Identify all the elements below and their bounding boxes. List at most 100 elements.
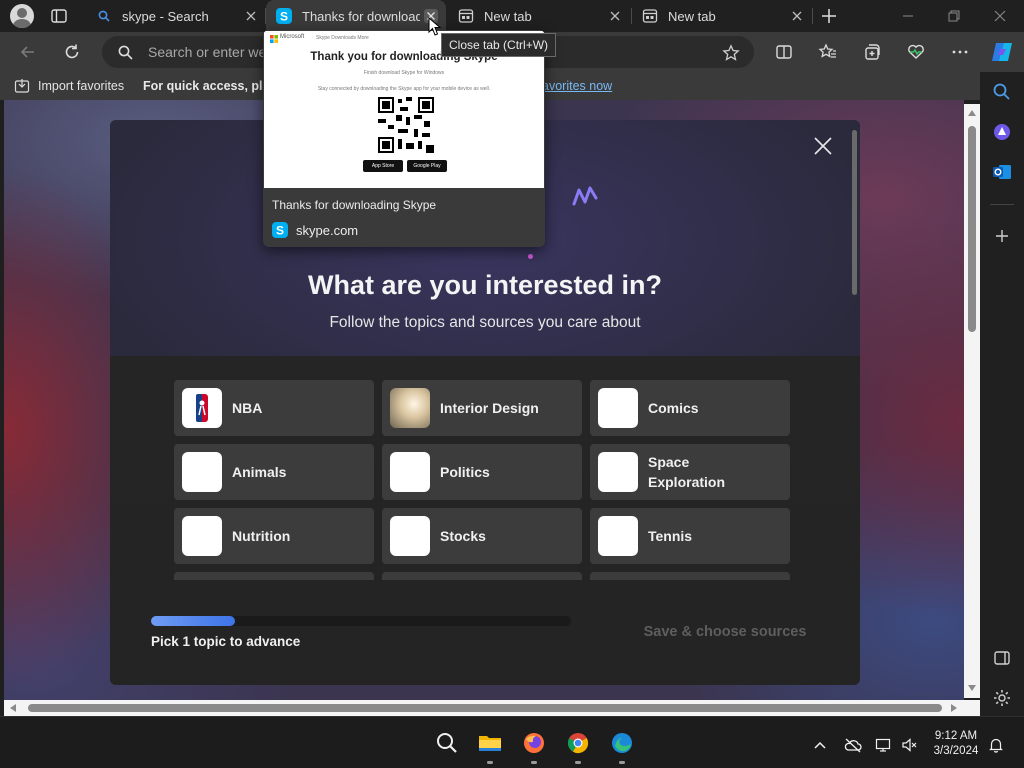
network-icon[interactable] — [875, 737, 891, 753]
topic-animals[interactable]: Animals — [174, 444, 374, 500]
close-tab-icon[interactable] — [608, 9, 622, 23]
topic-nba[interactable]: NBA — [174, 380, 374, 436]
close-dialog-icon[interactable] — [812, 135, 834, 157]
chevron-up-icon[interactable] — [812, 737, 828, 753]
edge-sidebar — [980, 72, 1024, 716]
newtab-page-icon — [642, 8, 658, 24]
skype-icon: S — [276, 8, 292, 24]
tab-new-tab-2[interactable]: New tab — [632, 0, 812, 32]
scroll-down-arrow-icon[interactable] — [967, 684, 977, 692]
scroll-right-arrow-icon[interactable] — [950, 703, 958, 713]
tennis-image-icon — [598, 516, 638, 556]
newtab-page-icon — [458, 8, 474, 24]
new-tab-plus-icon[interactable] — [820, 7, 838, 25]
topic-politics[interactable]: Politics — [382, 444, 582, 500]
tab-thanks-for-downloading[interactable]: S Thanks for downloadi — [266, 0, 446, 32]
topic-tennis[interactable]: Tennis — [590, 508, 790, 564]
favorite-star-icon[interactable] — [722, 44, 740, 62]
topic-label: NBA — [232, 400, 263, 416]
file-explorer-icon[interactable] — [478, 731, 502, 755]
topic-comics[interactable]: Comics — [590, 380, 790, 436]
microsoft-logo-icon — [270, 35, 278, 43]
firefox-icon[interactable] — [522, 731, 546, 755]
tab-strip: skype - Search S Thanks for downloadi Ne… — [0, 0, 1024, 32]
squiggle-decoration — [572, 186, 598, 206]
tab-new-tab-1[interactable]: New tab — [448, 0, 630, 32]
chrome-icon[interactable] — [566, 731, 590, 755]
system-clock[interactable]: 9:12 AM 3/3/2024 — [928, 729, 984, 759]
sidebar-divider — [990, 204, 1014, 205]
space-image-icon — [598, 452, 638, 492]
running-indicator — [575, 761, 581, 764]
tab-skype-search[interactable]: skype - Search — [84, 0, 264, 32]
settings-gear-icon[interactable] — [992, 688, 1012, 708]
comics-image-icon — [598, 388, 638, 428]
thumbnail-crumbs: Skype Downloads More — [316, 35, 369, 41]
import-favorites-button[interactable]: Import favorites — [14, 78, 124, 94]
split-screen-icon[interactable] — [774, 42, 794, 62]
more-options-icon[interactable] — [950, 42, 970, 62]
tab-title: skype - Search — [122, 8, 209, 24]
search-icon — [96, 8, 112, 24]
copilot-designer-icon[interactable] — [992, 122, 1012, 142]
topic-interior-design[interactable]: Interior Design — [382, 380, 582, 436]
outlook-icon[interactable] — [992, 162, 1012, 182]
skype-icon: S — [272, 222, 288, 238]
vertical-scrollbar[interactable] — [964, 104, 980, 698]
progress-bar — [151, 616, 571, 626]
tab-title: New tab — [668, 8, 716, 24]
add-plus-icon[interactable] — [992, 226, 1012, 246]
tab-title: Thanks for downloadi — [302, 8, 420, 24]
import-icon — [14, 79, 30, 93]
scrollbar-thumb[interactable] — [968, 126, 976, 332]
progress-label: Pick 1 topic to advance — [151, 634, 301, 649]
topic-tile-partial[interactable] — [590, 572, 790, 580]
close-window-icon[interactable] — [992, 8, 1008, 24]
collections-icon[interactable] — [862, 42, 882, 62]
browser-essentials-icon[interactable] — [906, 42, 926, 62]
preview-title: Thanks for downloading Skype — [272, 198, 437, 212]
close-tab-icon[interactable] — [790, 9, 804, 23]
search-icon[interactable] — [435, 731, 459, 755]
profile-avatar-icon[interactable] — [10, 4, 34, 28]
horizontal-scrollbar[interactable] — [4, 700, 964, 716]
topic-stocks[interactable]: Stocks — [382, 508, 582, 564]
favorites-icon[interactable] — [818, 42, 838, 62]
restore-icon[interactable] — [946, 8, 962, 24]
tab-hover-preview: Microsoft Skype Downloads More Thank you… — [263, 30, 545, 247]
onedrive-offline-icon[interactable] — [844, 737, 862, 753]
scrollbar-thumb[interactable] — [28, 704, 942, 712]
scroll-left-arrow-icon[interactable] — [9, 703, 17, 713]
mouse-cursor-icon — [428, 17, 442, 36]
scroll-up-arrow-icon[interactable] — [967, 109, 977, 117]
edge-icon[interactable] — [610, 731, 634, 755]
notification-bell-icon[interactable] — [988, 737, 1004, 753]
thumbnail-line-2: Stay connected by downloading the Skype … — [317, 86, 491, 92]
import-favorites-label: Import favorites — [38, 79, 125, 93]
tab-actions-icon[interactable] — [50, 7, 68, 25]
hide-sidebar-icon[interactable] — [992, 648, 1012, 668]
back-icon[interactable] — [18, 42, 38, 62]
manage-favorites-link[interactable]: avorites now — [542, 79, 612, 93]
save-choose-sources-button[interactable]: Save & choose sources — [630, 614, 820, 650]
close-tab-icon[interactable] — [244, 9, 258, 23]
search-icon — [118, 45, 133, 60]
refresh-icon[interactable] — [62, 42, 82, 62]
tab-title: New tab — [484, 8, 532, 24]
topic-tile-partial[interactable] — [382, 572, 582, 580]
topic-label: Stocks — [440, 528, 486, 544]
clock-time: 9:12 AM — [934, 730, 978, 742]
volume-muted-icon[interactable] — [901, 737, 917, 753]
nutrition-image-icon — [182, 516, 222, 556]
topic-label: Space Exploration — [648, 454, 726, 490]
copilot-icon[interactable] — [990, 40, 1014, 64]
minimize-icon[interactable] — [900, 8, 916, 24]
search-icon[interactable] — [992, 82, 1012, 102]
topic-tile-partial[interactable] — [174, 572, 374, 580]
scrollbar-corner — [964, 700, 980, 716]
dot-decoration — [528, 254, 533, 259]
topic-space-exploration[interactable]: Space Exploration — [590, 444, 790, 500]
preview-domain: S skype.com — [272, 222, 358, 238]
topic-nutrition[interactable]: Nutrition — [174, 508, 374, 564]
close-tab-tooltip: Close tab (Ctrl+W) — [441, 33, 557, 57]
